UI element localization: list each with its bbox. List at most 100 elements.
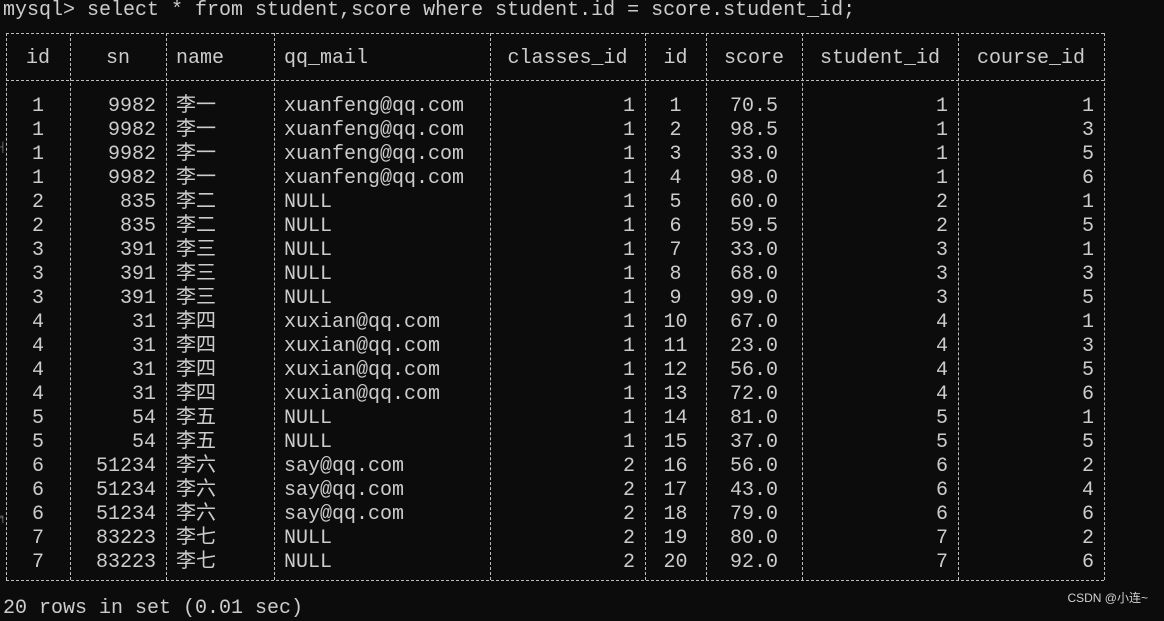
table-cell: 391 — [119, 239, 156, 262]
table-cell: 5 — [1081, 359, 1094, 382]
table-cell: 31 — [131, 311, 156, 334]
table-cell: 2 — [935, 191, 948, 214]
table-cell: NULL — [284, 551, 333, 574]
table-cell: NULL — [284, 263, 333, 286]
table-cell: 李五 — [176, 407, 216, 430]
table-cell: 67.0 — [729, 311, 778, 334]
table-cell: 1 — [622, 143, 635, 166]
edge-glyph: ╕ — [0, 513, 7, 524]
terminal-window[interactable]: mysql> select * from student,score where… — [0, 0, 1164, 620]
table-cell: 5 — [1081, 431, 1094, 454]
table-cell: 7 — [31, 527, 44, 550]
table-cell: 2 — [1081, 455, 1094, 478]
table-cell: 54 — [131, 431, 156, 454]
table-cell: 李六 — [176, 503, 216, 526]
table-cell: 6 — [669, 215, 682, 238]
table-border-vertical — [645, 33, 646, 580]
table-cell: 43.0 — [729, 479, 778, 502]
table-cell: 20 — [663, 551, 688, 574]
table-cell: 51234 — [95, 503, 156, 526]
table-cell: 56.0 — [729, 359, 778, 382]
table-cell: 1 — [1081, 191, 1094, 214]
column-header: id — [663, 47, 688, 70]
table-cell: 72.0 — [729, 383, 778, 406]
table-border-vertical — [490, 33, 491, 580]
table-cell: 835 — [119, 215, 156, 238]
table-cell: 12 — [663, 359, 688, 382]
table-cell: 7 — [31, 551, 44, 574]
table-cell: 李四 — [176, 383, 216, 406]
table-cell: say@qq.com — [284, 479, 405, 502]
table-cell: 李三 — [176, 287, 216, 310]
table-cell: 5 — [935, 431, 948, 454]
table-cell: 9982 — [107, 95, 156, 118]
column-header: id — [25, 47, 50, 70]
table-border-horizontal — [6, 580, 1104, 581]
table-cell: 4 — [935, 311, 948, 334]
table-cell: 李二 — [176, 191, 216, 214]
table-cell: 17 — [663, 479, 688, 502]
table-cell: 1 — [622, 383, 635, 406]
column-header: sn — [105, 47, 130, 70]
table-border-vertical — [1104, 33, 1105, 580]
table-cell: 5 — [1081, 143, 1094, 166]
table-cell: NULL — [284, 527, 333, 550]
table-cell: 391 — [119, 287, 156, 310]
table-cell: 6 — [31, 503, 44, 526]
table-cell: 1 — [31, 167, 44, 190]
table-cell: 99.0 — [729, 287, 778, 310]
table-cell: 2 — [31, 215, 44, 238]
table-cell: 98.5 — [729, 119, 778, 142]
table-cell: 31 — [131, 335, 156, 358]
table-cell: 1 — [622, 191, 635, 214]
table-border-horizontal — [6, 80, 1104, 81]
table-cell: 李二 — [176, 215, 216, 238]
table-border-vertical — [958, 33, 959, 580]
table-cell: 李四 — [176, 311, 216, 334]
table-cell: 92.0 — [729, 551, 778, 574]
table-cell: 3 — [1081, 119, 1094, 142]
table-cell: 李一 — [176, 95, 216, 118]
table-cell: xuanfeng@qq.com — [284, 167, 465, 190]
table-cell: 2 — [622, 527, 635, 550]
table-cell: 9982 — [107, 143, 156, 166]
table-border-vertical — [166, 33, 167, 580]
table-cell: 2 — [1081, 527, 1094, 550]
table-cell: 1 — [622, 335, 635, 358]
table-cell: xuxian@qq.com — [284, 335, 441, 358]
table-cell: 李七 — [176, 551, 216, 574]
table-cell: 18 — [663, 503, 688, 526]
table-cell: say@qq.com — [284, 455, 405, 478]
table-cell: 4 — [1081, 479, 1094, 502]
table-cell: 51234 — [95, 455, 156, 478]
table-cell: 7 — [935, 527, 948, 550]
table-cell: 9982 — [107, 119, 156, 142]
table-cell: 1 — [935, 167, 948, 190]
table-cell: 7 — [669, 239, 682, 262]
column-header: qq_mail — [284, 47, 369, 70]
table-cell: 李一 — [176, 167, 216, 190]
table-cell: 51234 — [95, 479, 156, 502]
table-cell: 19 — [663, 527, 688, 550]
table-cell: 11 — [663, 335, 688, 358]
table-cell: 5 — [935, 407, 948, 430]
table-cell: 59.5 — [729, 215, 778, 238]
table-cell: 15 — [663, 431, 688, 454]
table-cell: 33.0 — [729, 239, 778, 262]
table-cell: NULL — [284, 407, 333, 430]
table-border-vertical — [274, 33, 275, 580]
table-border-vertical — [6, 33, 7, 580]
table-cell: 4 — [31, 359, 44, 382]
table-cell: 6 — [1081, 503, 1094, 526]
table-cell: NULL — [284, 239, 333, 262]
table-cell: 5 — [669, 191, 682, 214]
table-cell: 1 — [669, 95, 682, 118]
table-border-vertical — [70, 33, 71, 580]
csdn-watermark: CSDN @小连~ — [1067, 591, 1148, 605]
table-cell: 李七 — [176, 527, 216, 550]
column-header: student_id — [819, 47, 941, 70]
table-cell: 1 — [622, 407, 635, 430]
table-cell: 2 — [935, 215, 948, 238]
table-cell: 6 — [31, 479, 44, 502]
table-border-horizontal — [6, 33, 1104, 34]
